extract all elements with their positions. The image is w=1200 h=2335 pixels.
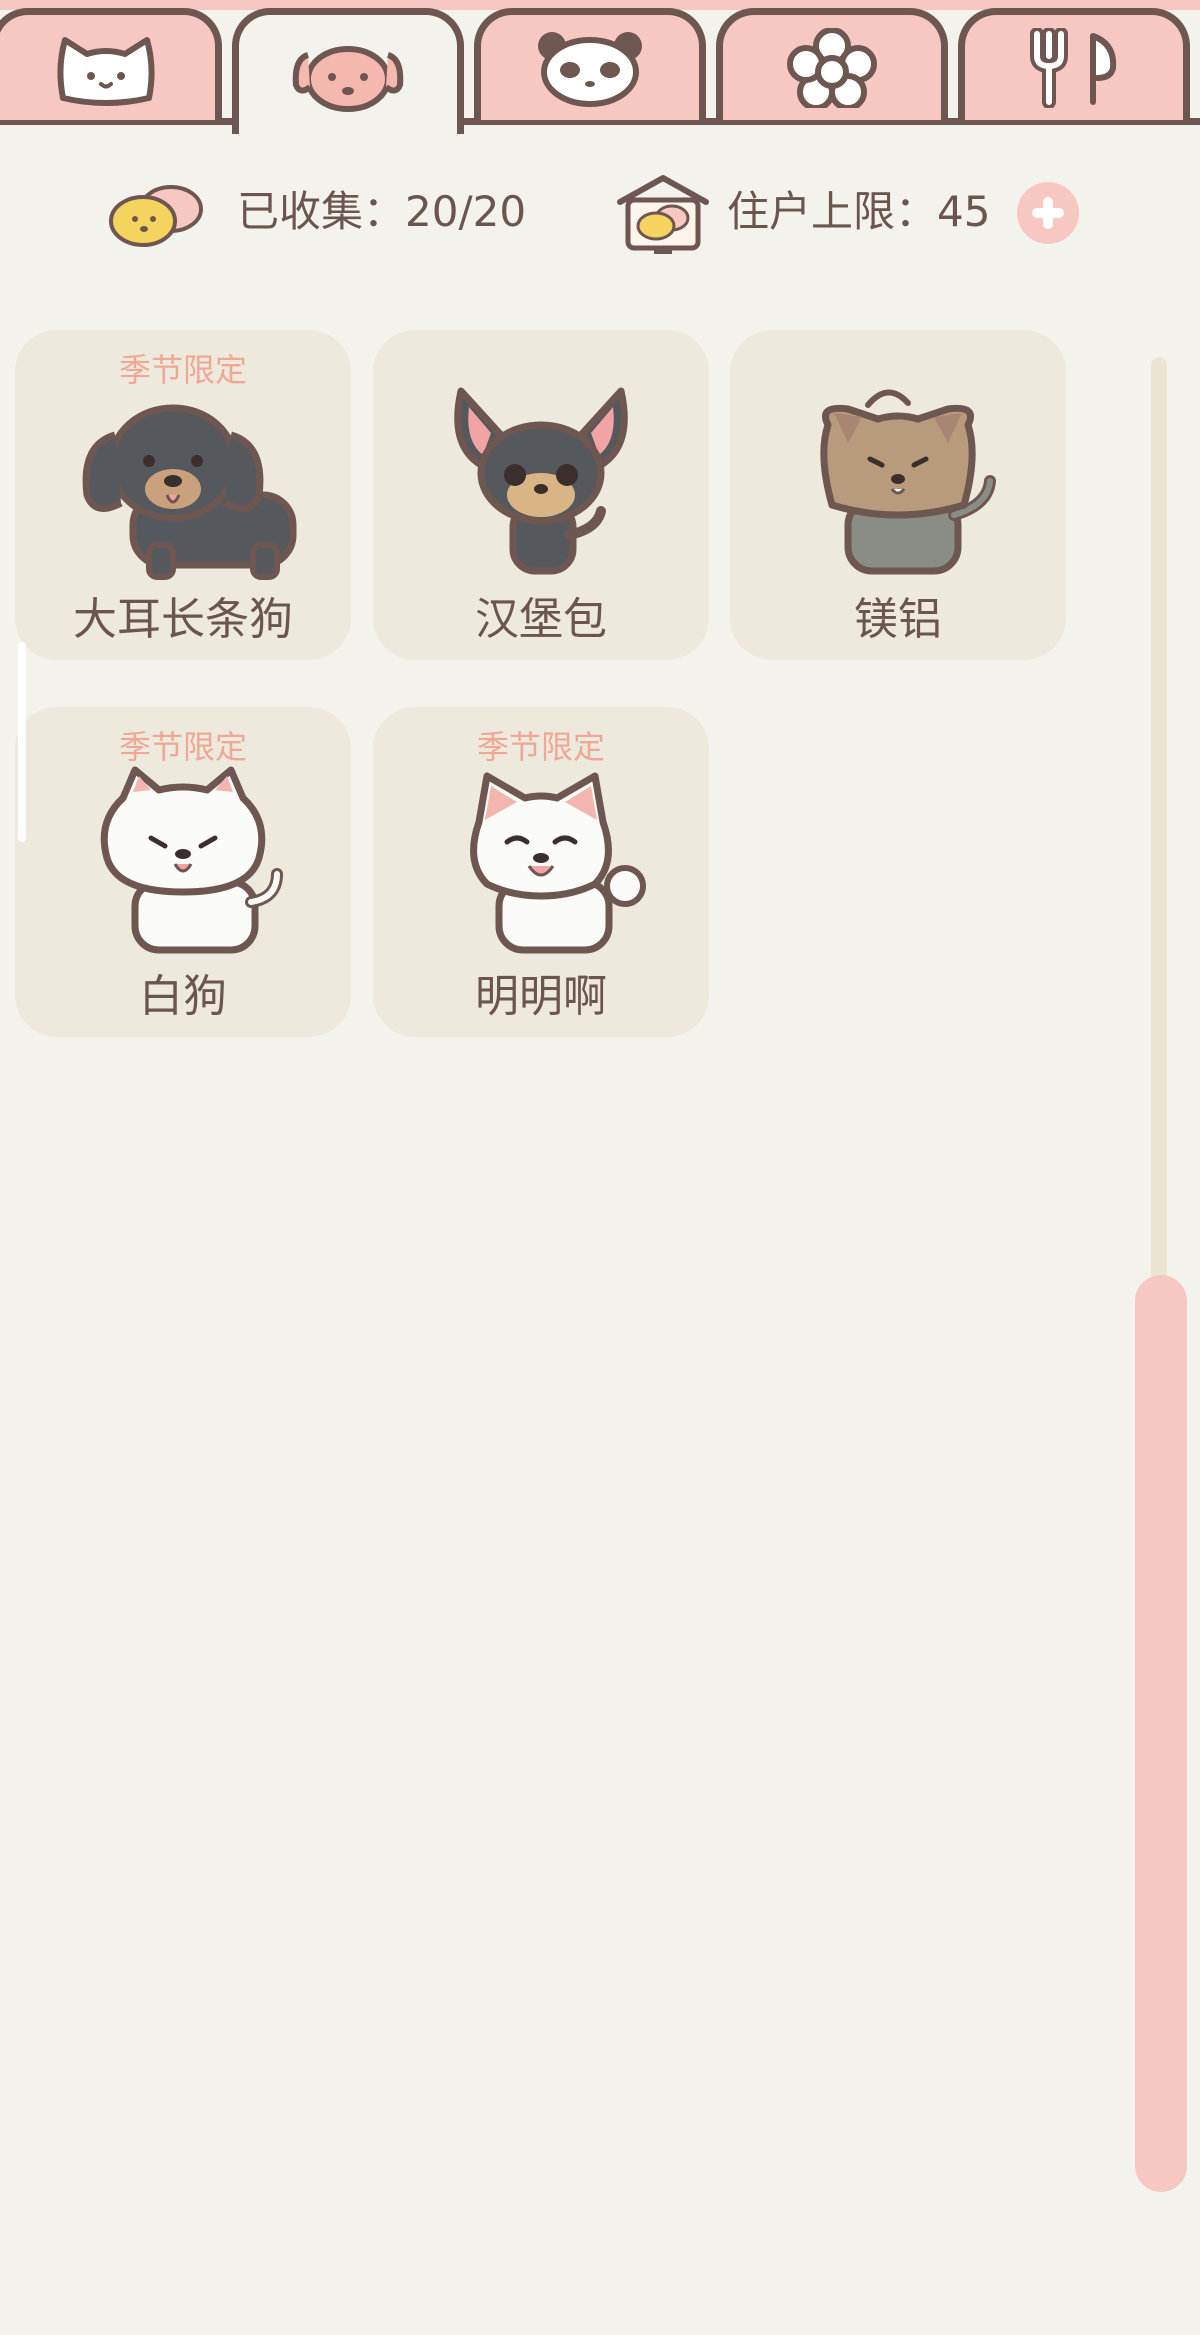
pet-name: 汉堡包 xyxy=(475,594,607,645)
pet-card[interactable]: 季节限定 白狗 xyxy=(15,707,351,1037)
white-dog-illustration xyxy=(100,766,283,954)
pet-name: 镁铝 xyxy=(854,594,942,645)
yorkie-illustration xyxy=(820,389,996,575)
seasonal-limited-tag: 季节限定 xyxy=(476,728,605,766)
pet-name: 大耳长条狗 xyxy=(73,594,293,645)
pet-card[interactable]: 汉堡包 xyxy=(373,330,709,660)
dog-face-icon xyxy=(292,45,404,112)
pet-card[interactable]: 镁铝 xyxy=(730,330,1066,660)
dachshund-illustration xyxy=(82,404,297,580)
pet-card[interactable]: 季节限定 明明啊 xyxy=(373,707,709,1037)
pet-name: 明明啊 xyxy=(475,971,607,1022)
chihuahua-illustration xyxy=(454,387,628,575)
pet-name: 白狗 xyxy=(139,971,227,1022)
scrollbar-thumb[interactable] xyxy=(1135,1275,1187,2192)
pet-card[interactable]: 季节限定 大耳长条狗 xyxy=(15,330,351,660)
left-edge-indicator xyxy=(18,642,26,842)
seasonal-limited-tag: 季节限定 xyxy=(118,728,247,766)
seasonal-limited-tag: 季节限定 xyxy=(118,351,247,389)
tab-dogs[interactable] xyxy=(232,8,464,134)
shiba-white-illustration xyxy=(470,772,646,954)
pet-collection-grid: 季节限定 大耳长条狗 汉堡包 镁铝 季节限定 白狗 季节限定 明明啊 xyxy=(0,0,1200,2335)
